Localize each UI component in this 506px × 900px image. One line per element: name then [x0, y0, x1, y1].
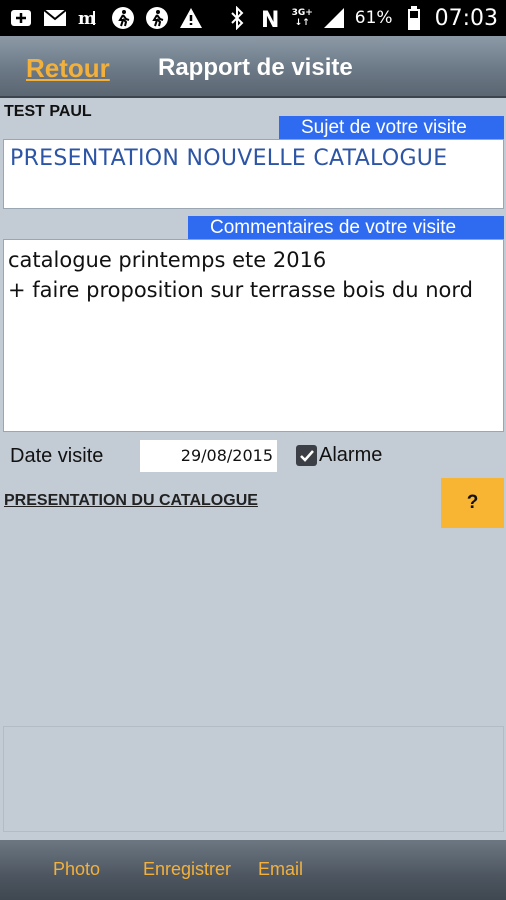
- page-title: Rapport de visite: [158, 54, 353, 81]
- date-field[interactable]: 29/08/2015: [140, 440, 277, 472]
- status-bar: m N 3G+ ↓↑ 61% 07:03: [0, 0, 506, 36]
- email-icon: [42, 5, 68, 31]
- bottom-bar: Photo Enregistrer Email: [0, 840, 506, 900]
- subject-value: PRESENTATION NOUVELLE CATALOGUE: [10, 146, 448, 171]
- comments-value: catalogue printemps ete 2016 + faire pro…: [8, 248, 473, 302]
- pedestrian-icon: [110, 5, 136, 31]
- checkbox-checked-icon[interactable]: [296, 445, 317, 466]
- email-button[interactable]: Email: [258, 859, 303, 880]
- photo-area: [3, 726, 504, 832]
- battery-icon: [401, 5, 427, 31]
- date-label: Date visite: [10, 445, 104, 467]
- warning-icon: [178, 5, 204, 31]
- photo-button[interactable]: Photo: [53, 859, 100, 880]
- save-button[interactable]: Enregistrer: [143, 859, 231, 880]
- catalogue-link[interactable]: PRESENTATION DU CATALOGUE: [4, 492, 258, 510]
- nfc-icon: N: [258, 5, 284, 31]
- signal-icon: [321, 5, 347, 31]
- add-box-icon: [8, 5, 34, 31]
- network-type: 3G+ ↓↑: [291, 8, 313, 28]
- alarm-label: Alarme: [319, 444, 383, 466]
- alarm-checkbox[interactable]: Alarme: [296, 444, 382, 467]
- back-button[interactable]: Retour: [26, 53, 110, 84]
- action-bar: Retour Rapport de visite: [0, 36, 506, 98]
- clock: 07:03: [434, 5, 498, 31]
- pedestrian-icon: [144, 5, 170, 31]
- battery-percent: 61%: [354, 8, 393, 28]
- comments-label: Commentaires de votre visite: [188, 216, 504, 239]
- help-button[interactable]: ?: [441, 478, 504, 528]
- newspaper-icon: m: [76, 5, 102, 31]
- svg-text:N: N: [261, 8, 279, 30]
- bluetooth-icon: [224, 5, 250, 31]
- subject-field[interactable]: PRESENTATION NOUVELLE CATALOGUE: [3, 139, 504, 209]
- user-name: TEST PAUL: [4, 103, 92, 120]
- comments-field[interactable]: catalogue printemps ete 2016 + faire pro…: [3, 239, 504, 432]
- subject-label: Sujet de votre visite: [279, 116, 504, 139]
